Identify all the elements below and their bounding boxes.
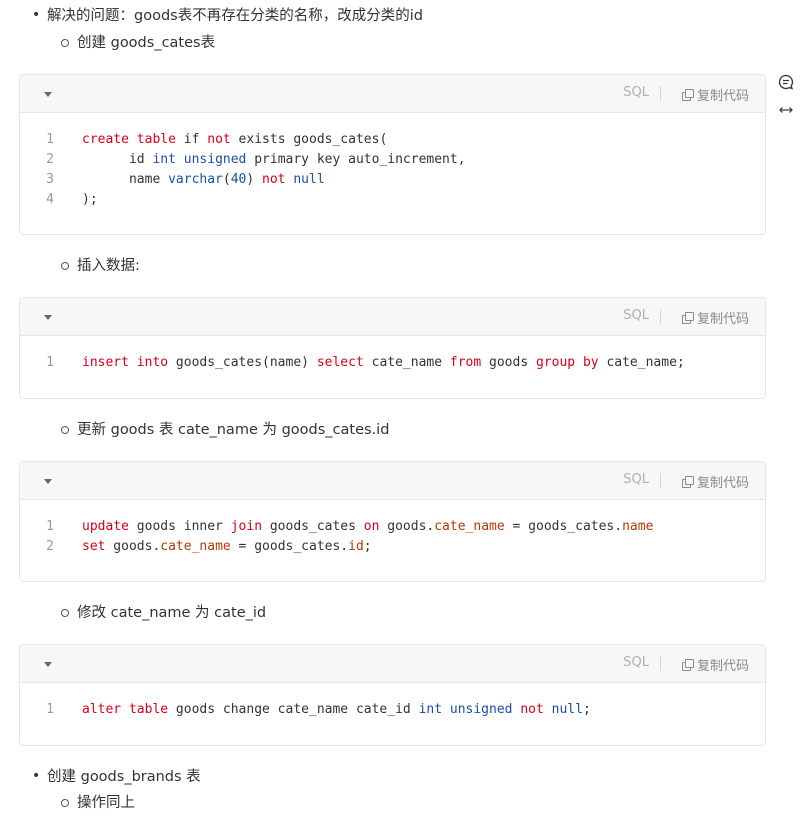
code-text: create table if not exists goods_cates( — [82, 132, 388, 147]
line-number: 3 — [46, 172, 54, 187]
sub-bullet-icon — [61, 609, 69, 617]
copy-icon — [681, 476, 694, 488]
code-block: SQL 复制代码 1 insert into goods_cates(name) … — [19, 297, 766, 399]
list-item-text: 更新 goods 表 cate_name 为 goods_cates.id — [77, 422, 390, 438]
line-number: 2 — [46, 539, 54, 554]
code-language-label: SQL — [623, 85, 649, 100]
code-content: 1 alter table goods change cate_name cate… — [20, 700, 765, 720]
divider — [660, 656, 661, 671]
copy-code-button[interactable]: 复制代码 — [681, 472, 749, 491]
code-text: set goods.cate_name = goods_cates.id; — [82, 539, 372, 554]
sub-bullet-icon — [61, 262, 69, 270]
copy-code-button[interactable]: 复制代码 — [681, 308, 749, 327]
copy-code-button[interactable]: 复制代码 — [681, 85, 749, 104]
bullet-icon — [32, 768, 40, 786]
line-number: 1 — [46, 132, 54, 147]
copy-code-button[interactable]: 复制代码 — [681, 655, 749, 674]
code-line: 1 update goods inner join goods_cates on … — [20, 517, 765, 537]
code-language-label: SQL — [623, 472, 649, 487]
code-line: 2 id int unsigned primary key auto_incre… — [20, 150, 765, 170]
line-number: 1 — [46, 519, 54, 534]
expand-width-icon[interactable] — [778, 102, 794, 118]
code-block-header: SQL 复制代码 — [20, 298, 765, 336]
line-number: 1 — [46, 702, 54, 717]
code-line: 1 create table if not exists goods_cates( — [20, 130, 765, 150]
collapse-caret-icon[interactable] — [44, 662, 52, 667]
code-block: SQL 复制代码 1 update goods inner join goods_… — [19, 461, 766, 582]
code-line: 1 insert into goods_cates(name) select ca… — [20, 353, 765, 373]
code-text: update goods inner join goods_cates on g… — [82, 519, 654, 534]
sub-bullet-icon — [61, 39, 69, 47]
code-text: insert into goods_cates(name) select cat… — [82, 355, 685, 370]
comment-icon[interactable] — [778, 74, 794, 90]
line-number: 1 — [46, 355, 54, 370]
code-content: 1 create table if not exists goods_cates(… — [20, 130, 765, 210]
list-item-text: 修改 cate_name 为 cate_id — [77, 605, 267, 621]
collapse-caret-icon[interactable] — [44, 92, 52, 97]
sub-bullet-icon — [61, 799, 69, 807]
sub-bullet-icon — [61, 426, 69, 434]
copy-code-label: 复制代码 — [696, 476, 749, 491]
code-text: ); — [82, 192, 98, 207]
list-item-text: 插入数据: — [77, 258, 140, 274]
list-item-text: 解决的问题：goods表不再存在分类的名称，改成分类的id — [47, 8, 423, 24]
code-text: id int unsigned primary key auto_increme… — [82, 152, 466, 167]
list-item-text: 操作同上 — [77, 795, 135, 811]
code-content: 1 update goods inner join goods_cates on … — [20, 517, 765, 557]
divider — [660, 309, 661, 324]
code-text: alter table goods change cate_name cate_… — [82, 702, 591, 717]
line-number: 4 — [46, 192, 54, 207]
divider — [660, 86, 661, 101]
collapse-caret-icon[interactable] — [44, 479, 52, 484]
code-block-header: SQL 复制代码 — [20, 462, 765, 500]
collapse-caret-icon[interactable] — [44, 315, 52, 320]
copy-icon — [681, 89, 694, 101]
copy-code-label: 复制代码 — [696, 89, 749, 104]
code-line: 3 name varchar(40) not null — [20, 170, 765, 190]
code-block: SQL 复制代码 1 alter table goods change cate_… — [19, 644, 766, 746]
code-block: SQL 复制代码 1 create table if not exists goo… — [19, 74, 766, 235]
copy-icon — [681, 312, 694, 324]
code-block-header: SQL 复制代码 — [20, 645, 765, 683]
list-item-text: 创建 goods_cates表 — [77, 35, 216, 51]
line-number: 2 — [46, 152, 54, 167]
list-item-text: 创建 goods_brands 表 — [47, 769, 201, 785]
bullet-icon — [32, 7, 40, 25]
code-content: 1 insert into goods_cates(name) select ca… — [20, 353, 765, 373]
code-language-label: SQL — [623, 655, 649, 670]
copy-icon — [681, 659, 694, 671]
code-line: 1 alter table goods change cate_name cate… — [20, 700, 765, 720]
code-line: 4); — [20, 190, 765, 210]
code-block-header: SQL 复制代码 — [20, 75, 765, 113]
code-text: name varchar(40) not null — [82, 172, 325, 187]
code-line: 2 set goods.cate_name = goods_cates.id; — [20, 537, 765, 557]
copy-code-label: 复制代码 — [696, 312, 749, 327]
code-language-label: SQL — [623, 308, 649, 323]
divider — [660, 473, 661, 488]
copy-code-label: 复制代码 — [696, 659, 749, 674]
